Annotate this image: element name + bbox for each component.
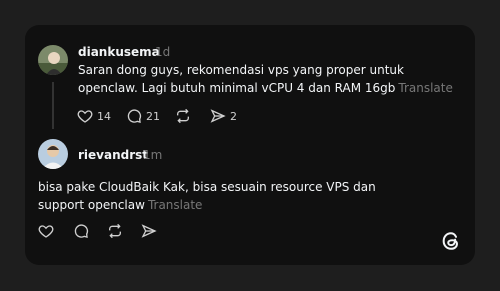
thread-connector-line (52, 82, 54, 129)
reply-comment-button[interactable] (73, 223, 89, 239)
post-comment-count: 21 (146, 109, 160, 123)
thread-card: diankusema 1d Saran dong guys, rekomenda… (25, 25, 475, 265)
reply-translate-link[interactable]: Translate (148, 198, 203, 212)
reply-text: bisa pake CloudBaik Kak, bisa sesuain re… (38, 178, 398, 214)
threads-logo-icon[interactable] (440, 230, 462, 252)
post-text: Saran dong guys, rekomendasi vps yang pr… (78, 61, 458, 97)
post-timestamp[interactable]: 1d (155, 45, 170, 59)
post-author-avatar[interactable] (38, 45, 68, 75)
reply-timestamp[interactable]: 1m (143, 148, 162, 162)
post-share-button[interactable]: 2 (210, 108, 237, 124)
reply-like-button[interactable] (38, 223, 54, 239)
post-translate-link[interactable]: Translate (398, 81, 453, 95)
post-repost-button[interactable] (175, 108, 191, 124)
repost-icon (107, 223, 123, 239)
comment-icon (126, 108, 142, 124)
reply-repost-button[interactable] (107, 223, 123, 239)
reply-text-content: bisa pake CloudBaik Kak, bisa sesuain re… (38, 180, 376, 212)
reply-share-button[interactable] (141, 223, 157, 239)
post-comment-button[interactable]: 21 (126, 108, 160, 124)
repost-icon (175, 108, 191, 124)
post-share-count: 2 (230, 109, 237, 123)
post-text-content: Saran dong guys, rekomendasi vps yang pr… (78, 63, 404, 95)
heart-icon (77, 108, 93, 124)
send-icon (141, 223, 157, 239)
reply-author-avatar[interactable] (38, 139, 68, 169)
comment-icon (73, 223, 89, 239)
heart-icon (38, 223, 54, 239)
post-like-count: 14 (97, 109, 111, 123)
post-like-button[interactable]: 14 (77, 108, 111, 124)
send-icon (210, 108, 226, 124)
reply-author-username[interactable]: rievandrst (78, 148, 148, 162)
post-author-username[interactable]: diankusema (78, 45, 160, 59)
